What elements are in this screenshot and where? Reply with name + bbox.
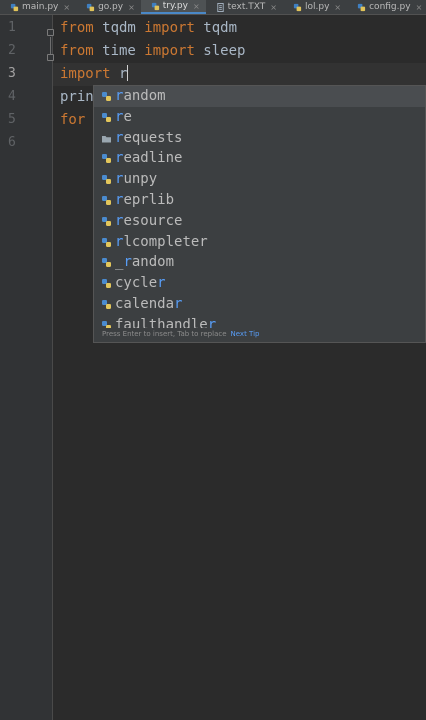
code-line-3[interactable]: import r xyxy=(60,63,129,86)
typed-text: r xyxy=(110,66,128,82)
python-module-icon xyxy=(102,279,111,289)
close-icon[interactable]: × xyxy=(270,3,277,12)
tab-go-py[interactable]: go.py × xyxy=(76,0,141,14)
completion-item-runpy[interactable]: runpy xyxy=(94,169,425,190)
match-highlight: r xyxy=(157,275,166,292)
python-file-icon xyxy=(358,3,366,11)
completion-item-calendar[interactable]: calendar xyxy=(94,294,425,315)
close-icon[interactable]: × xyxy=(193,2,200,11)
editor-tab-bar: main.py × go.py × try.py × text.TXT × lo… xyxy=(0,0,426,15)
line-number: 2 xyxy=(8,43,16,58)
completion-text: faulthandle xyxy=(115,316,208,328)
text-file-icon xyxy=(216,2,224,12)
completion-item-random[interactable]: random xyxy=(94,86,425,107)
python-file-icon xyxy=(86,3,95,11)
identifier: prin xyxy=(60,89,94,105)
match-highlight: r xyxy=(123,254,132,271)
completion-text: unpy xyxy=(123,171,158,188)
hint-text: Press Enter to insert, Tab to replace xyxy=(102,330,227,338)
tab-text-txt[interactable]: text.TXT × xyxy=(206,0,283,14)
completion-list[interactable]: random re requests readline runpy reprli… xyxy=(94,86,425,328)
tab-label: config.py xyxy=(369,2,411,12)
text-caret xyxy=(127,65,129,81)
tab-label: main.py xyxy=(22,2,59,12)
tab-config-py[interactable]: config.py × xyxy=(347,0,426,14)
completion-text: esource xyxy=(123,212,183,229)
module-name: time xyxy=(93,43,145,59)
completion-text: eprlib xyxy=(123,191,175,208)
completion-text: andom xyxy=(123,88,166,104)
next-tip-link[interactable]: Next Tip xyxy=(231,330,260,338)
keyword: import xyxy=(144,43,195,59)
tab-label: go.py xyxy=(98,2,124,12)
python-module-icon xyxy=(102,299,111,309)
python-module-icon xyxy=(102,237,111,247)
match-highlight: r xyxy=(174,295,183,312)
completion-text: cycle xyxy=(115,275,158,292)
python-module-icon xyxy=(102,92,111,101)
python-module-icon xyxy=(102,175,111,185)
tab-lol-py[interactable]: lol.py × xyxy=(283,0,347,14)
code-line-2[interactable]: from time import sleep xyxy=(60,40,245,63)
keyword: from xyxy=(60,43,94,59)
line-number: 5 xyxy=(8,112,16,127)
tab-label: try.py xyxy=(162,1,188,11)
completion-item-re[interactable]: re xyxy=(94,107,425,128)
module-name: tqdm xyxy=(93,20,145,36)
completion-item-_random[interactable]: _random xyxy=(94,252,425,273)
code-line-1[interactable]: from tqdm import tqdm xyxy=(60,17,237,40)
line-number-gutter[interactable]: 1 2 3 4 5 6 xyxy=(0,15,54,720)
keyword: from xyxy=(60,20,94,36)
completion-text: equests xyxy=(123,129,183,146)
python-file-icon xyxy=(151,2,159,10)
completion-item-resource[interactable]: resource xyxy=(94,211,425,232)
python-module-icon xyxy=(102,320,111,328)
tab-main-py[interactable]: main.py × xyxy=(0,0,76,14)
imported-name: tqdm xyxy=(194,20,238,36)
completion-item-rlcompleter[interactable]: rlcompleter xyxy=(94,232,425,253)
fold-end-icon[interactable] xyxy=(47,54,54,61)
code-completion-popup[interactable]: random re requests readline runpy reprli… xyxy=(93,85,426,343)
python-module-icon xyxy=(102,258,111,268)
python-module-icon xyxy=(102,154,111,164)
close-icon[interactable]: × xyxy=(334,3,341,12)
completion-text: eadline xyxy=(123,150,183,167)
line-number: 6 xyxy=(8,135,16,150)
python-module-icon xyxy=(102,195,111,205)
line-number: 4 xyxy=(8,89,16,104)
completion-text: e xyxy=(123,108,132,125)
tab-label: text.TXT xyxy=(227,2,266,12)
code-line-4[interactable]: prin xyxy=(60,86,94,109)
completion-item-reprlib[interactable]: reprlib xyxy=(94,190,425,211)
folder-package-icon xyxy=(102,135,111,143)
close-icon[interactable]: × xyxy=(128,3,135,12)
python-file-icon xyxy=(10,3,19,11)
completion-text: calenda xyxy=(115,295,175,312)
match-highlight: r xyxy=(207,316,217,328)
python-file-icon xyxy=(293,3,302,11)
tab-try-py[interactable]: try.py × xyxy=(140,0,206,14)
completion-hint: Press Enter to insert, Tab to replace Nex… xyxy=(102,330,260,338)
code-line-5[interactable]: for xyxy=(60,109,85,132)
completion-text: andom xyxy=(131,254,175,271)
completion-item-faulthandler[interactable]: faulthandler xyxy=(94,315,425,328)
python-module-icon xyxy=(102,112,111,122)
keyword: import xyxy=(144,20,195,36)
imported-name: sleep xyxy=(194,43,246,59)
close-icon[interactable]: × xyxy=(416,3,423,12)
completion-item-cycler[interactable]: cycler xyxy=(94,273,425,294)
line-number: 1 xyxy=(8,20,16,35)
keyword: import xyxy=(60,66,111,82)
keyword: for xyxy=(60,112,86,128)
close-icon[interactable]: × xyxy=(63,3,70,12)
completion-item-requests[interactable]: requests xyxy=(94,128,425,149)
completion-text: lcompleter xyxy=(123,233,208,250)
python-module-icon xyxy=(102,216,111,226)
line-number: 3 xyxy=(8,66,16,81)
fold-start-icon[interactable] xyxy=(47,29,54,36)
tab-label: lol.py xyxy=(304,2,330,12)
completion-item-readline[interactable]: readline xyxy=(94,148,425,169)
